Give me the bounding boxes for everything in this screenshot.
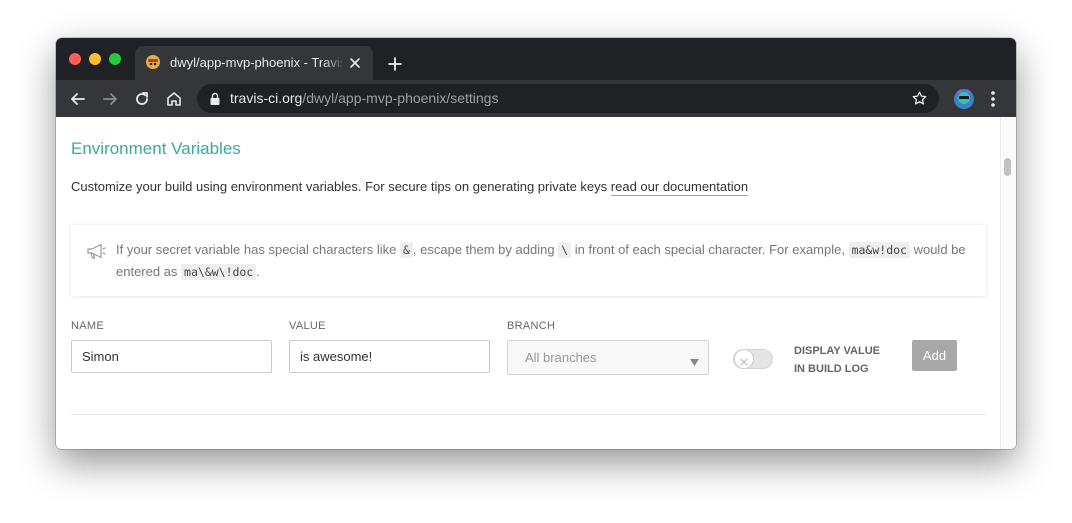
tab-close-icon[interactable] bbox=[349, 56, 361, 74]
notice-text: If your secret variable has special char… bbox=[116, 239, 974, 283]
name-input[interactable] bbox=[71, 340, 272, 373]
tab-bar: dwyl/app-mvp-phoenix - Travis CI bbox=[56, 38, 1016, 80]
home-icon[interactable] bbox=[165, 90, 183, 113]
travis-mascot-icon bbox=[145, 54, 161, 75]
code-ampersand: & bbox=[399, 242, 413, 258]
branch-selected-value: All branches bbox=[525, 350, 597, 365]
branch-label: BRANCH bbox=[507, 320, 556, 332]
code-example: ma&w!doc bbox=[848, 242, 910, 258]
page-content: Environment Variables Customize your bui… bbox=[56, 117, 1016, 449]
intro-text: Customize your build using environment v… bbox=[71, 179, 749, 196]
page-title: Environment Variables bbox=[71, 139, 241, 158]
display-label-line-2: IN BUILD LOG bbox=[794, 363, 869, 375]
profile-avatar-icon[interactable] bbox=[953, 88, 975, 115]
forward-arrow-icon[interactable] bbox=[101, 90, 119, 113]
notice-text-2: , escape them by adding bbox=[412, 242, 559, 257]
tab-travis[interactable]: dwyl/app-mvp-phoenix - Travis CI bbox=[135, 46, 373, 80]
url-path: /dwyl/app-mvp-phoenix/settings bbox=[302, 90, 499, 106]
new-tab-icon[interactable] bbox=[387, 56, 403, 77]
url-host: travis-ci.org bbox=[230, 90, 303, 106]
notice-text-1: If your secret variable has special char… bbox=[116, 242, 400, 257]
dropdown-arrow-icon bbox=[690, 353, 699, 371]
add-button[interactable]: Add bbox=[912, 340, 957, 371]
toggle-off-icon bbox=[739, 354, 749, 372]
name-label: NAME bbox=[71, 320, 104, 332]
display-value-label: DISPLAY VALUE IN BUILD LOG bbox=[794, 342, 880, 378]
url-text: travis-ci.org/dwyl/app-mvp-phoenix/setti… bbox=[230, 90, 498, 106]
notice-text-3: in front of each special character. For … bbox=[571, 242, 849, 257]
page-scrollbar[interactable] bbox=[1000, 117, 1016, 449]
more-menu-icon[interactable] bbox=[990, 90, 996, 113]
scrollbar-thumb[interactable] bbox=[1004, 158, 1011, 176]
reload-icon[interactable] bbox=[133, 90, 151, 113]
branch-select[interactable]: All branches bbox=[507, 340, 709, 375]
code-escaped-example: ma\&w\!doc bbox=[181, 264, 257, 280]
browser-window: dwyl/app-mvp-phoenix - Travis CI travis bbox=[56, 38, 1016, 449]
notice-text-5: . bbox=[256, 264, 260, 279]
display-label-line-1: DISPLAY VALUE bbox=[794, 345, 880, 357]
star-icon[interactable] bbox=[911, 90, 928, 112]
minimize-window-button[interactable] bbox=[89, 53, 101, 65]
tab-title: dwyl/app-mvp-phoenix - Travis CI bbox=[170, 55, 342, 70]
browser-toolbar: travis-ci.org/dwyl/app-mvp-phoenix/setti… bbox=[56, 80, 1016, 117]
code-backslash: \ bbox=[558, 242, 572, 258]
maximize-window-button[interactable] bbox=[109, 53, 121, 65]
value-input[interactable] bbox=[289, 340, 490, 373]
documentation-link[interactable]: read our documentation bbox=[610, 179, 749, 196]
megaphone-icon bbox=[86, 243, 106, 265]
back-arrow-icon[interactable] bbox=[69, 90, 87, 113]
security-notice: If your secret variable has special char… bbox=[71, 225, 986, 296]
lock-icon bbox=[209, 92, 221, 111]
tab-title-fade bbox=[323, 50, 345, 74]
display-value-toggle[interactable] bbox=[733, 349, 773, 369]
value-label: VALUE bbox=[289, 320, 326, 332]
intro-sentence: Customize your build using environment v… bbox=[71, 179, 611, 194]
section-divider bbox=[71, 414, 986, 415]
close-window-button[interactable] bbox=[69, 53, 81, 65]
toggle-knob bbox=[735, 350, 753, 368]
address-bar[interactable]: travis-ci.org/dwyl/app-mvp-phoenix/setti… bbox=[197, 84, 939, 113]
